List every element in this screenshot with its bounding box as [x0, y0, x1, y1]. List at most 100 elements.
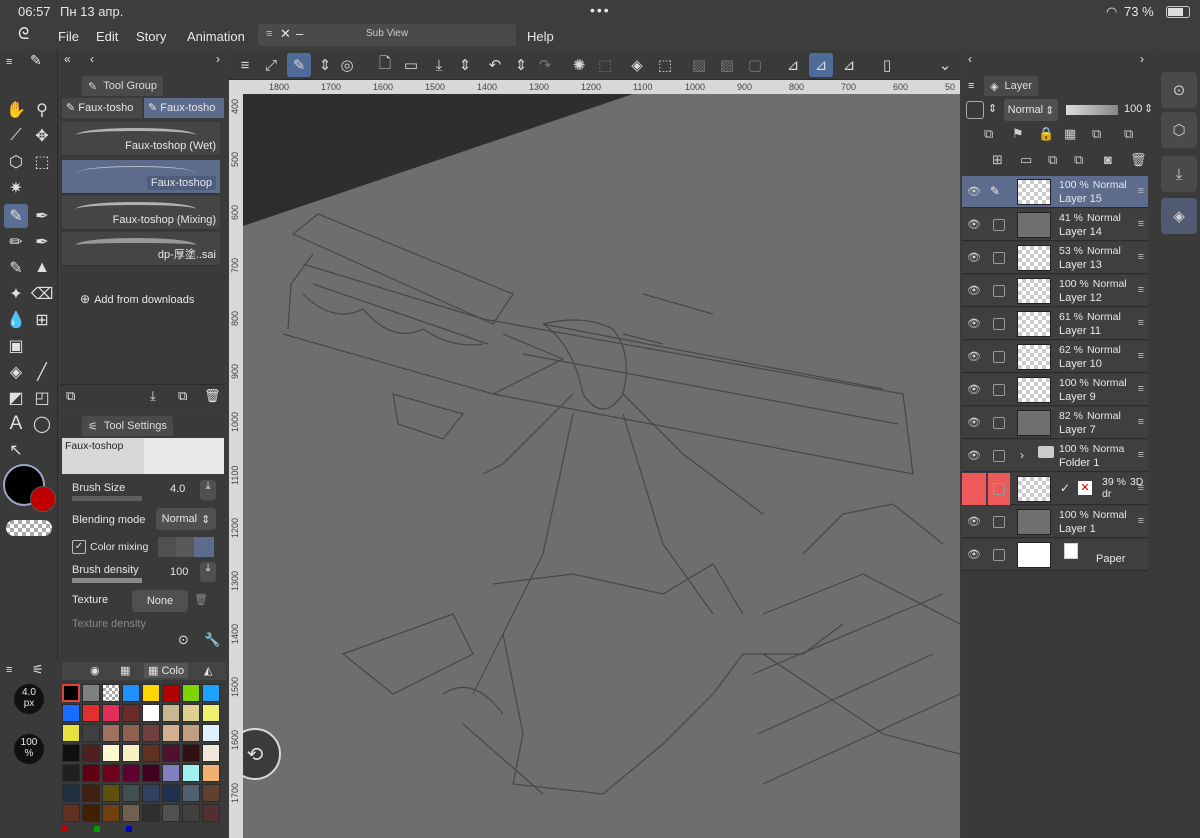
layer-menu-icon[interactable]: ≡	[1138, 416, 1144, 428]
transform-icon[interactable]: ⬚	[653, 53, 677, 77]
pen-tab-icon[interactable]: ✎	[30, 52, 42, 69]
color-swatch[interactable]	[122, 704, 140, 722]
menu-help[interactable]: Help	[527, 29, 554, 44]
ruler-tool-icon[interactable]: ⊿	[781, 53, 805, 77]
layer-row[interactable]: 👁 100 % Normal Layer 12 ≡	[962, 275, 1148, 307]
dropdown-icon[interactable]: ⤓	[200, 480, 216, 500]
subtab-1[interactable]: ✎ Faux-tosho	[62, 98, 142, 118]
layer-select-checkbox[interactable]	[993, 285, 1005, 297]
layer-menu-icon[interactable]: ≡	[1138, 317, 1144, 329]
clip-icon[interactable]: ⧉	[984, 126, 993, 142]
clip-studio-icon[interactable]: ◎	[335, 53, 359, 77]
back-icon[interactable]: ‹	[90, 52, 94, 66]
ruler-show-icon[interactable]: ⧉	[1124, 126, 1133, 142]
color-swatch[interactable]	[202, 724, 220, 742]
edit-target-icon[interactable]: ✎	[990, 184, 1000, 198]
hand-icon[interactable]: ✋	[4, 98, 28, 122]
tab-layer[interactable]: ◈ Layer	[984, 76, 1038, 96]
layer-row[interactable]: 👁 100 % Normal Layer 1 ≡	[962, 506, 1148, 538]
sketch-canvas[interactable]	[243, 94, 960, 838]
trash-icon[interactable]: 🗑	[194, 593, 208, 606]
color-swatch[interactable]	[202, 804, 220, 822]
lock-alpha-icon[interactable]: ▦	[1064, 126, 1076, 142]
density-slider[interactable]	[72, 578, 142, 583]
sub-color-swatch[interactable]	[30, 486, 56, 512]
mask-icon[interactable]: ⧉	[1092, 126, 1101, 142]
color-swatch[interactable]	[142, 804, 160, 822]
tab-color-set[interactable]: ▦ Colo	[144, 663, 189, 678]
drag-handle-icon[interactable]: ≡	[266, 28, 272, 40]
color-swatch[interactable]	[62, 684, 80, 702]
new-raster-layer-icon[interactable]: ⊞	[992, 152, 1003, 168]
color-swatch[interactable]	[122, 684, 140, 702]
eye-icon[interactable]: 👁	[967, 416, 981, 429]
eye-icon[interactable]: 👁	[967, 449, 981, 462]
color-swatch[interactable]	[162, 684, 180, 702]
menu-animation[interactable]: Animation	[187, 29, 245, 44]
close-icon[interactable]: ✕	[280, 26, 291, 42]
eyedropper-icon[interactable]: ⟋	[4, 124, 28, 148]
color-swatch[interactable]	[162, 744, 180, 762]
layer-menu-icon[interactable]: ≡	[1138, 218, 1144, 230]
material-icon[interactable]: ⬡	[1161, 112, 1197, 148]
redo-icon[interactable]: ↷	[533, 53, 557, 77]
color-slider-icon[interactable]: ◭	[204, 664, 212, 677]
blending-mode-select[interactable]: Normal ⇕	[156, 508, 216, 530]
color-swatch[interactable]	[202, 704, 220, 722]
texture-select[interactable]: None	[132, 590, 188, 612]
marker-icon[interactable]: ✒	[30, 230, 54, 254]
color-swatch[interactable]	[202, 744, 220, 762]
chevron-down-icon[interactable]: ⌄	[933, 53, 957, 77]
color-swatch[interactable]	[182, 764, 200, 782]
text-icon[interactable]: A	[4, 412, 28, 436]
menu-edit[interactable]: Edit	[96, 29, 118, 44]
merge-icon[interactable]: ⧉	[1048, 152, 1057, 168]
color-swatch[interactable]	[162, 784, 180, 802]
chevron-updown-icon[interactable]: ⇕	[509, 53, 533, 77]
mix-mode-icon[interactable]	[194, 537, 214, 557]
color-swatch[interactable]	[142, 724, 160, 742]
eye-icon[interactable]: 👁	[967, 515, 981, 528]
brush-item[interactable]: dp-厚塗..sai	[62, 232, 220, 266]
color-swatch[interactable]	[182, 784, 200, 802]
multitask-dots-icon[interactable]: •••	[590, 2, 611, 18]
chevron-updown-icon[interactable]: ⇕	[453, 53, 477, 77]
brush-density-row[interactable]: Brush density 100 ⤓	[72, 562, 220, 583]
hatch-icon[interactable]: ▨	[687, 53, 711, 77]
color-swatch[interactable]	[182, 744, 200, 762]
color-swatch[interactable]	[182, 684, 200, 702]
transparent-color-swatch[interactable]	[6, 520, 52, 536]
loading-icon[interactable]: ✺	[567, 53, 591, 77]
color-swatch[interactable]	[82, 684, 100, 702]
back-icon[interactable]: ‹	[968, 52, 972, 66]
new-file-icon[interactable]: 🗋	[373, 53, 397, 77]
layer-row[interactable]: 👁 › 100 % Norma Folder 1 ≡	[962, 440, 1148, 472]
eye-icon[interactable]: 👁	[967, 317, 981, 330]
reset-icon[interactable]: ⊙	[178, 632, 189, 648]
menu-file[interactable]: File	[58, 29, 79, 44]
brush-item[interactable]: Faux-toshop	[62, 160, 220, 194]
layer-select-checkbox[interactable]	[993, 384, 1005, 396]
color-swatch[interactable]	[82, 744, 100, 762]
blend-mode-select[interactable]: Normal ⇕	[1004, 99, 1058, 121]
correct-line-icon[interactable]: ↖	[4, 438, 28, 462]
layer-color-icon[interactable]	[966, 101, 984, 119]
layer-row[interactable]: 👁 100 % Normal Layer 9 ≡	[962, 374, 1148, 406]
eraser-icon[interactable]: ⌫	[30, 282, 54, 306]
pencil-icon[interactable]: ✏	[4, 230, 28, 254]
mesh-icon[interactable]: ⊞	[30, 308, 54, 332]
layer-menu-icon[interactable]: ≡	[1138, 251, 1144, 263]
fit-screen-icon[interactable]: ⤢	[259, 53, 283, 77]
expand-icon[interactable]: ›	[216, 52, 220, 66]
zoom-icon[interactable]: ⚲	[30, 98, 54, 122]
color-swatch[interactable]	[62, 744, 80, 762]
line-icon[interactable]: ╱	[30, 360, 54, 384]
brush-item[interactable]: Faux-toshop (Mixing)	[62, 196, 220, 230]
minimize-icon[interactable]: –	[296, 26, 303, 41]
forward-icon[interactable]: ›	[1140, 52, 1144, 66]
layer-menu-icon[interactable]: ≡	[1138, 350, 1144, 362]
smartphone-icon[interactable]: ▯	[875, 53, 899, 77]
download-icon[interactable]: ⤓	[150, 388, 156, 404]
panel-menu-icon[interactable]: ≡	[968, 80, 974, 92]
canvas[interactable]: ⟲	[243, 94, 960, 838]
